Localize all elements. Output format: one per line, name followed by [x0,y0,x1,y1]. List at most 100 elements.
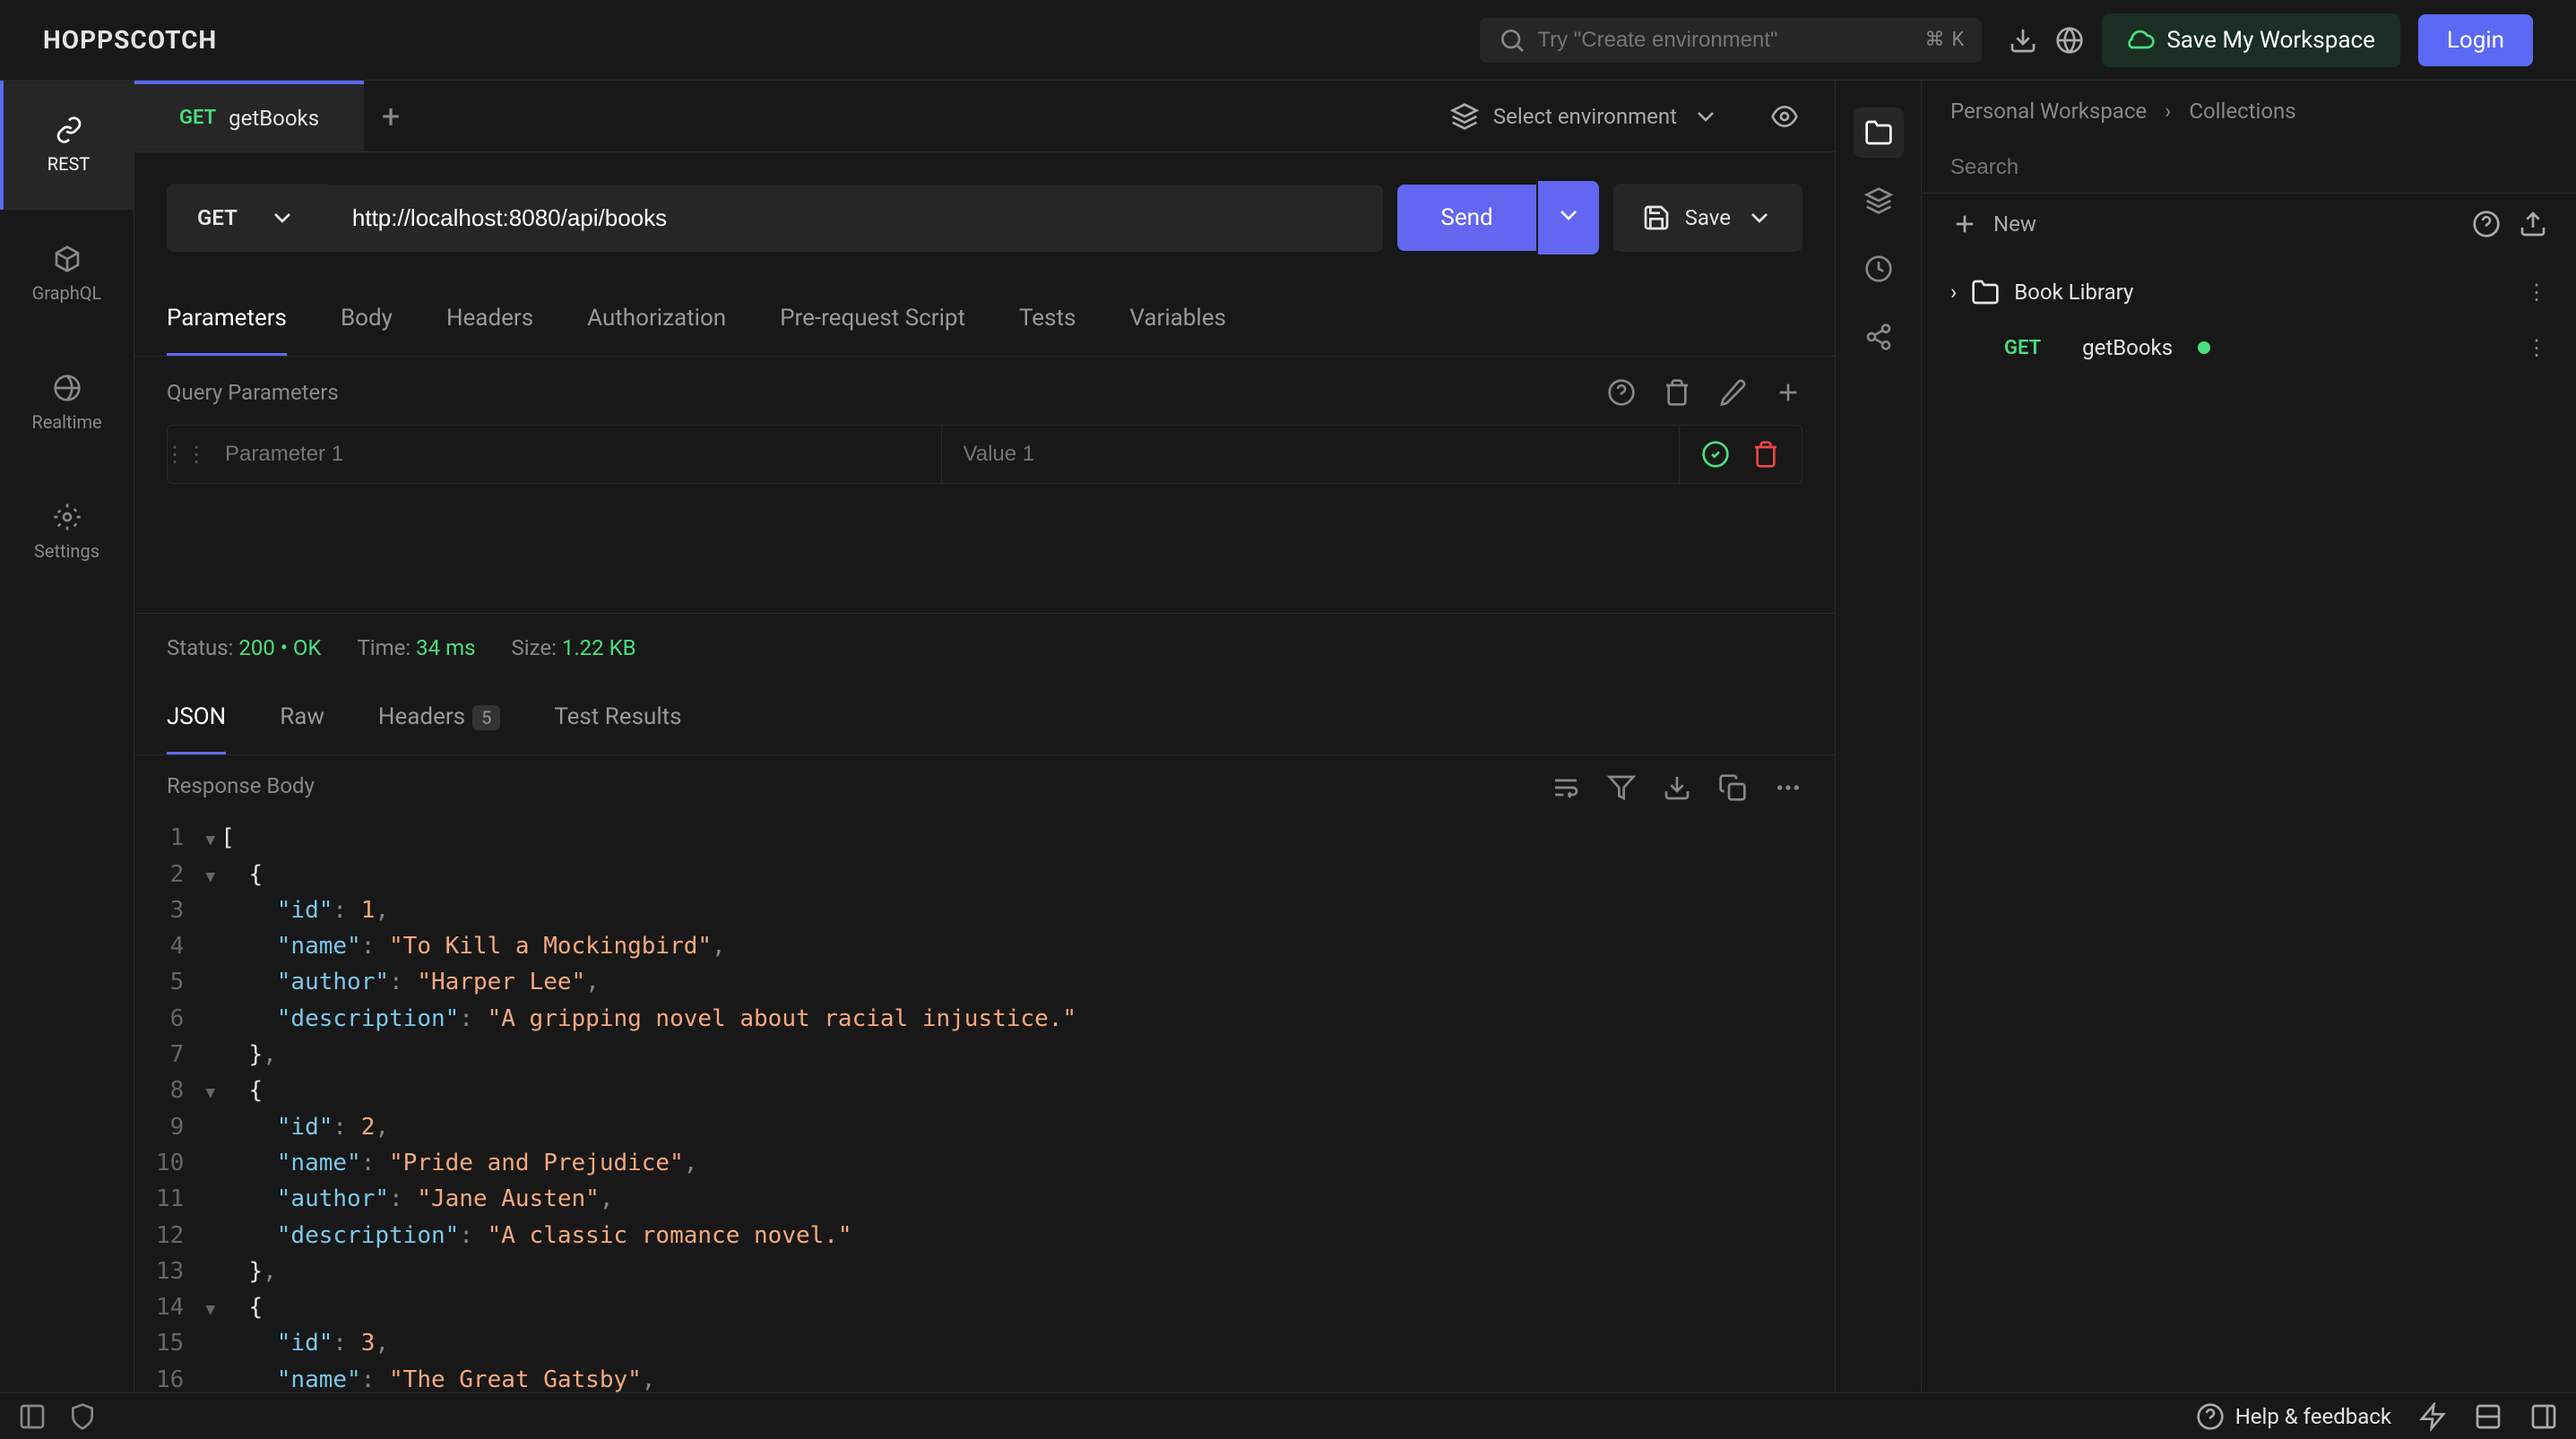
trash-icon[interactable] [1663,378,1691,407]
tab-method: GET [179,107,216,129]
graphql-icon [53,245,82,273]
eye-icon[interactable] [1770,102,1799,131]
response-body[interactable]: 12345678910111213141516171819 ▼[▼ { "id"… [134,820,1835,1392]
collection-folder[interactable]: › Book Library ⋮ [1922,263,2576,321]
rail-history[interactable] [1854,244,1904,294]
tab-prerequest[interactable]: Pre-request Script [780,283,965,356]
request-method: GET [2004,337,2041,359]
more-icon[interactable]: ⋮ [2526,335,2547,360]
rail-label: GraphQL [32,282,102,304]
tab-headers[interactable]: Headers [446,283,533,356]
layers-icon [1864,186,1893,215]
save-label: Save [1685,205,1731,230]
help-icon [2196,1402,2225,1431]
link-icon [55,116,83,144]
shortcut-key: K [1952,29,1965,51]
tab-resp-headers[interactable]: Headers5 [378,682,500,754]
rail-settings[interactable]: Settings [0,468,134,597]
headers-count-badge: 5 [472,705,500,730]
size-value: 1.22 KB [562,635,636,660]
browser-icon[interactable] [2055,26,2084,55]
download-icon[interactable] [2009,26,2037,55]
collection-name: Book Library [2014,280,2133,305]
collection-request[interactable]: GET getBooks ⋮ [1922,321,2576,375]
trash-icon[interactable] [1751,440,1780,469]
help-icon[interactable] [1607,378,1636,407]
new-collection-button[interactable]: New [1950,210,2036,238]
url-input[interactable] [327,185,1384,252]
login-button[interactable]: Login [2418,14,2533,66]
copy-icon[interactable] [1718,773,1747,802]
save-workspace-label: Save My Workspace [2166,27,2375,54]
save-icon [1642,203,1671,232]
chevron-right-icon: › [2165,99,2171,124]
status-dot: • [281,635,288,660]
tab-variables[interactable]: Variables [1129,283,1226,356]
param-key-input[interactable] [203,426,942,483]
panel-icon[interactable] [2529,1402,2558,1431]
check-icon[interactable] [1701,440,1730,469]
folder-icon [1971,278,2000,306]
sidebar-toggle-icon[interactable] [18,1402,47,1431]
layers-icon [1450,102,1479,131]
chevron-down-icon [1554,201,1583,229]
edit-icon[interactable] [1718,378,1747,407]
layout-icon[interactable] [2474,1402,2503,1431]
help-icon[interactable] [2472,210,2501,238]
rail-rest[interactable]: REST [0,81,134,210]
request-tab[interactable]: GET getBooks [134,81,364,151]
drag-handle[interactable]: ⋮⋮ [168,426,203,483]
settings-icon [53,503,82,531]
globe-icon [53,374,82,402]
clock-icon [1864,254,1893,283]
global-search[interactable]: ⌘ K [1480,18,1982,63]
rail-graphql[interactable]: GraphQL [0,210,134,339]
rail-environments[interactable] [1854,176,1904,226]
more-icon[interactable]: ⋮ [2526,280,2547,305]
response-body-title: Response Body [167,773,315,802]
rail-collections[interactable] [1854,108,1904,158]
wrap-icon[interactable] [1552,773,1580,802]
save-workspace-button[interactable]: Save My Workspace [2102,13,2400,67]
size-label: Size: [512,635,557,660]
env-label: Select environment [1493,104,1677,129]
send-button[interactable]: Send [1397,185,1535,251]
app-logo: HOPPSCOTCH [43,25,217,55]
import-icon[interactable] [2519,210,2547,238]
tab-tests[interactable]: Tests [1019,283,1076,356]
tab-test-results[interactable]: Test Results [554,682,681,754]
zap-icon[interactable] [2418,1402,2447,1431]
save-button[interactable]: Save [1613,184,1802,252]
chevron-down-icon [1745,203,1774,232]
param-value-input[interactable] [942,426,1681,483]
rail-share[interactable] [1854,312,1904,362]
help-feedback-button[interactable]: Help & feedback [2196,1402,2391,1431]
tab-json[interactable]: JSON [167,682,226,754]
tab-raw[interactable]: Raw [280,682,324,754]
environment-select[interactable]: Select environment [1414,102,1835,131]
breadcrumb-item[interactable]: Personal Workspace [1950,99,2147,124]
tab-parameters[interactable]: Parameters [167,283,287,356]
sidebar-search-input[interactable] [1950,155,2547,180]
plus-icon [1950,210,1979,238]
plus-icon[interactable] [1774,378,1802,407]
method-select[interactable]: GET [167,184,327,252]
rail-realtime[interactable]: Realtime [0,339,134,468]
chevron-down-icon [268,203,297,232]
folder-icon [1864,118,1893,147]
filter-icon[interactable] [1607,773,1636,802]
params-title: Query Parameters [167,380,339,405]
more-icon[interactable] [1774,773,1802,802]
share-icon [1864,323,1893,351]
status-label: Status: [167,635,233,660]
shield-icon[interactable] [68,1402,97,1431]
send-dropdown[interactable] [1538,181,1599,254]
add-tab-button[interactable]: + [364,98,418,135]
left-rail: REST GraphQL Realtime Settings [0,81,134,1392]
breadcrumb-item[interactable]: Collections [2189,99,2295,124]
time-label: Time: [357,635,411,660]
search-input[interactable] [1537,28,1917,53]
download-icon[interactable] [1663,773,1691,802]
tab-authorization[interactable]: Authorization [587,283,726,356]
tab-body[interactable]: Body [341,283,393,356]
